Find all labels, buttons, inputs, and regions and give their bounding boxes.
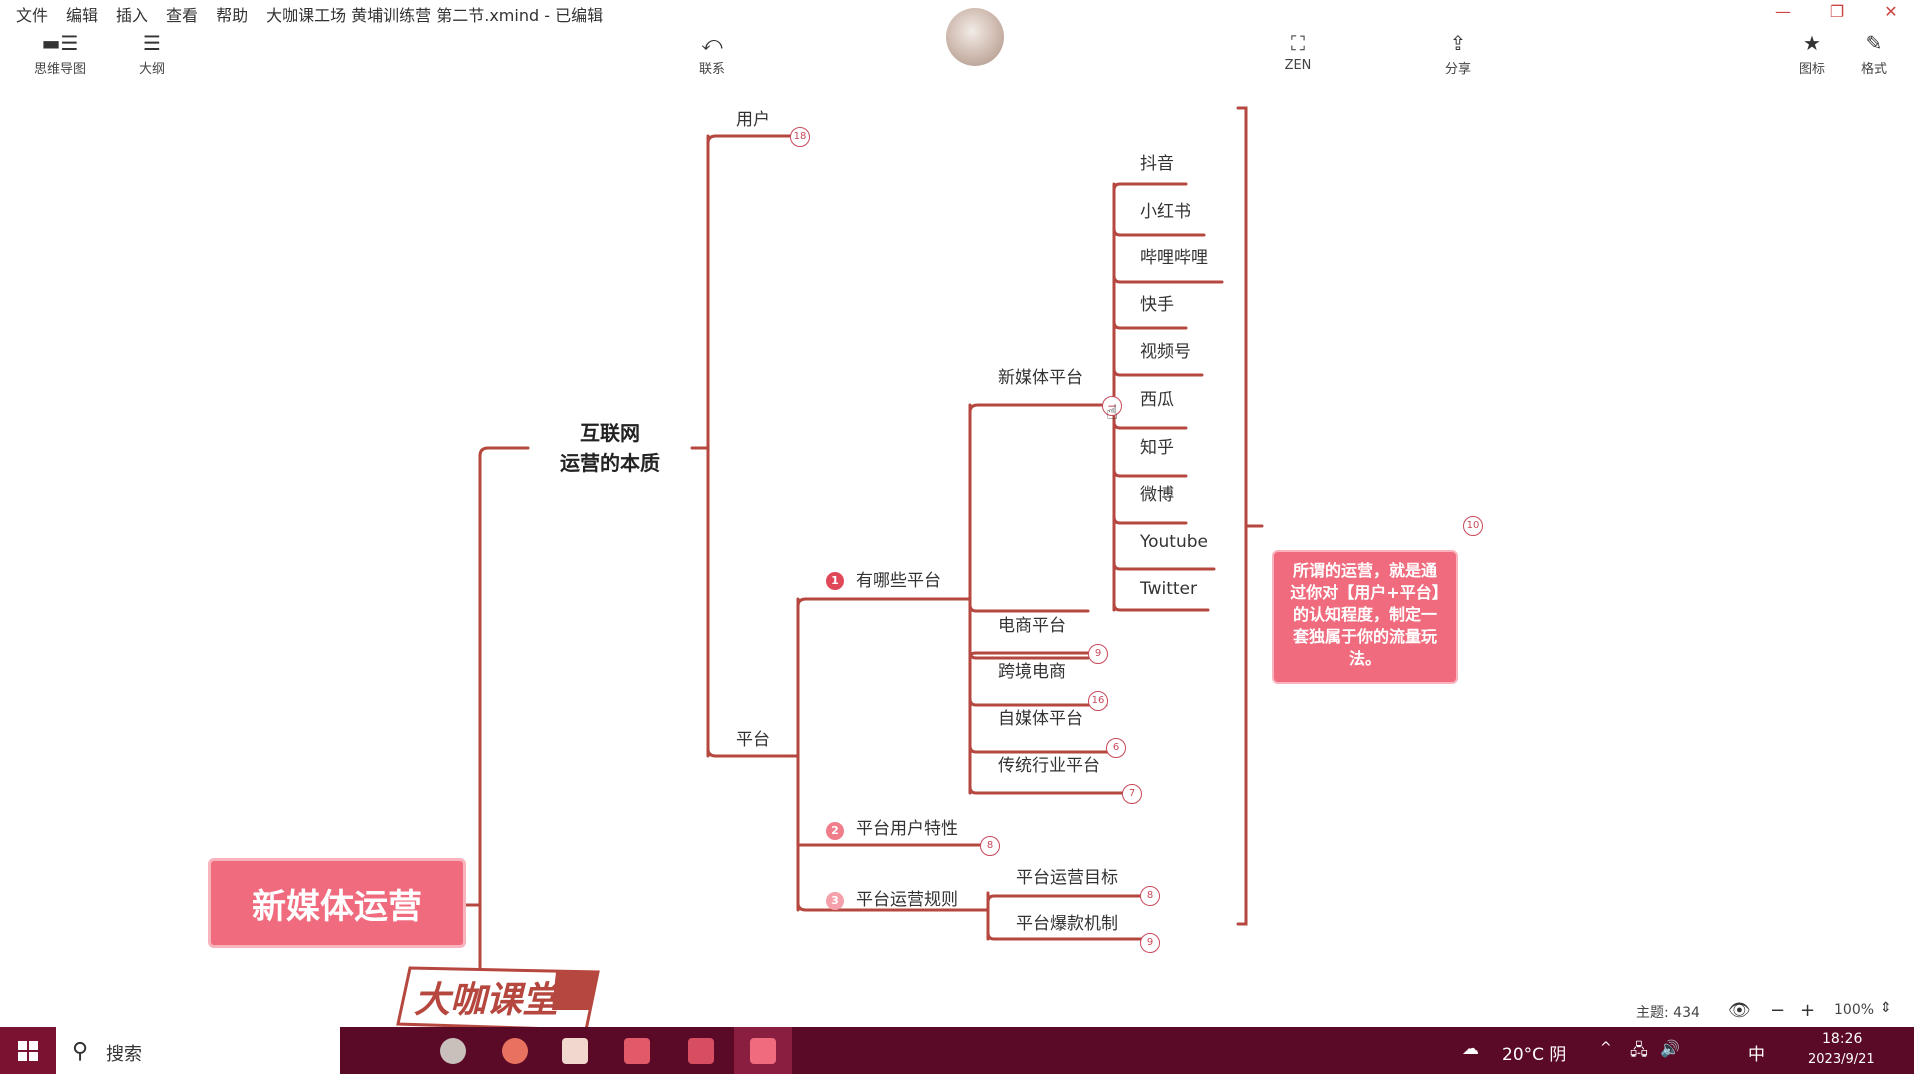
star-icon: ★ [1803, 31, 1821, 55]
zoom-stepper-icon[interactable]: ⇕ [1880, 1000, 1892, 1016]
network-icon[interactable]: 🖧 [1630, 1039, 1648, 1066]
relationship-button[interactable]: ⤺ 联系 [690, 32, 734, 77]
fullscreen-icon: ⛶ [1291, 31, 1305, 55]
weather-icon[interactable]: ☁ [1462, 1039, 1479, 1059]
app-notes-icon[interactable] [562, 1038, 588, 1064]
start-button[interactable] [0, 1027, 56, 1074]
app-chrome-icon[interactable] [502, 1038, 528, 1064]
topic-cross-border-ecommerce[interactable]: 跨境电商 [998, 662, 1066, 682]
topic-xiaohongshu[interactable]: 小红书 [1140, 202, 1191, 222]
collapse-count-badge[interactable]: 16 [1088, 691, 1108, 711]
topic-platform-goals[interactable]: 平台运营目标 [1016, 868, 1118, 888]
collapse-count-badge[interactable]: 7 [1122, 784, 1142, 804]
menu-edit[interactable]: 编辑 [66, 2, 98, 26]
menu-help[interactable]: 帮助 [216, 2, 248, 26]
ime-indicator[interactable]: 中 [1748, 1040, 1765, 1065]
windows-taskbar: ⚲ 搜索 ☁ 20°C 阴 ^ 🖧 🔊 中 18:26 2023/9/21 [0, 1027, 1914, 1074]
format-panel-button[interactable]: ✎ 格式 [1852, 32, 1896, 77]
active-app-xmind[interactable] [734, 1027, 792, 1074]
app-folder-icon[interactable] [688, 1038, 714, 1064]
menu-file[interactable]: 文件 [16, 2, 48, 26]
search-icon: ⚲ [72, 1039, 89, 1064]
status-bar: 主题: 434 👁 − + 100% ⇕ [0, 1000, 1914, 1026]
topic-traditional-platform[interactable]: 传统行业平台 [998, 756, 1100, 776]
topic-twitter[interactable]: Twitter [1140, 579, 1197, 599]
topic-xigua[interactable]: 西瓜 [1140, 390, 1174, 410]
collapse-count-badge[interactable]: 6 [1106, 738, 1126, 758]
menu-insert[interactable]: 插入 [116, 2, 148, 26]
close-button[interactable]: ✕ [1876, 2, 1906, 21]
hand-cursor-icon: ☝ [1106, 400, 1119, 424]
topic-zhihu[interactable]: 知乎 [1140, 438, 1174, 458]
central-topic[interactable]: 新媒体运营 [208, 858, 466, 948]
topic-count: 主题: 434 [1636, 1005, 1700, 1021]
minimize-button[interactable]: — [1768, 2, 1798, 21]
topic-kuaishou[interactable]: 快手 [1140, 295, 1174, 315]
weather-text[interactable]: 20°C 阴 [1502, 1040, 1566, 1065]
mindmap-view-button[interactable]: ▬☰ 思维导图 [28, 32, 92, 77]
clock-time[interactable]: 18:26 [1822, 1031, 1862, 1047]
topic-self-media-platform[interactable]: 自媒体平台 [998, 709, 1083, 729]
mindmap-canvas[interactable]: 新媒体运营 互联网 运营的本质 用户 18 平台 1 有哪些平台 新媒体平台 −… [0, 90, 1914, 1020]
restore-button[interactable]: ❐ [1822, 2, 1852, 21]
xmind-icon [750, 1038, 776, 1064]
topic-douyin[interactable]: 抖音 [1140, 154, 1174, 174]
taskbar-search[interactable]: ⚲ 搜索 [56, 1027, 340, 1074]
topic-users[interactable]: 用户 [736, 110, 770, 130]
topic-which-platforms[interactable]: 有哪些平台 [856, 571, 941, 591]
collapse-count-badge[interactable]: 18 [790, 127, 810, 147]
topic-platform-user-traits[interactable]: 平台用户特性 [856, 819, 958, 839]
topic-shipinhao[interactable]: 视频号 [1140, 342, 1191, 362]
volume-icon[interactable]: 🔊 [1660, 1039, 1680, 1058]
brush-icon: ✎ [1865, 31, 1883, 55]
priority-2-icon: 2 [826, 822, 844, 840]
collapse-count-badge[interactable]: 10 [1463, 516, 1483, 536]
zoom-level[interactable]: 100% [1834, 1002, 1874, 1018]
mindmap-icon: ▬☰ [41, 31, 79, 55]
avatar[interactable] [946, 8, 1004, 66]
clock-date[interactable]: 2023/9/21 [1808, 1052, 1875, 1067]
relationship-curve-icon: ⤺ [701, 31, 723, 55]
icon-panel-button[interactable]: ★ 图标 [1790, 32, 1834, 77]
zen-button[interactable]: ⛶ ZEN [1276, 32, 1320, 73]
zoom-in-button[interactable]: + [1800, 1000, 1815, 1021]
eye-icon[interactable]: 👁 [1728, 1000, 1751, 1021]
document-title: 大咖课工场 黄埔训练营 第二节.xmind - 已编辑 [266, 6, 604, 25]
priority-3-icon: 3 [826, 892, 844, 910]
xmind-window: 文件 编辑 插入 查看 帮助 大咖课工场 黄埔训练营 第二节.xmind - 已… [0, 0, 1914, 1074]
topic-platform[interactable]: 平台 [736, 730, 770, 750]
topic-new-media-platform[interactable]: 新媒体平台 [998, 368, 1083, 388]
main-topic[interactable]: 互联网 运营的本质 [540, 418, 680, 478]
topic-weibo[interactable]: 微博 [1140, 485, 1174, 505]
app-browser-icon[interactable] [440, 1038, 466, 1064]
topic-youtube[interactable]: Youtube [1140, 532, 1208, 552]
zoom-out-button[interactable]: − [1770, 1000, 1785, 1021]
app-files-icon[interactable] [624, 1038, 650, 1064]
share-button[interactable]: ⇪ 分享 [1436, 32, 1480, 77]
collapse-count-badge[interactable]: 9 [1088, 644, 1108, 664]
outline-view-button[interactable]: ☰ 大纲 [132, 32, 172, 77]
windows-logo-icon [18, 1041, 38, 1061]
tray-chevron-icon[interactable]: ^ [1600, 1040, 1612, 1056]
topic-platform-rules[interactable]: 平台运营规则 [856, 890, 958, 910]
topic-bilibili[interactable]: 哔哩哔哩 [1140, 248, 1208, 268]
list-icon: ☰ [143, 31, 161, 55]
priority-1-icon: 1 [826, 572, 844, 590]
collapse-count-badge[interactable]: 8 [1140, 886, 1160, 906]
collapse-count-badge[interactable]: 9 [1140, 933, 1160, 953]
upload-icon: ⇪ [1449, 31, 1467, 55]
collapse-count-badge[interactable]: 8 [980, 836, 1000, 856]
topic-viral-mechanism[interactable]: 平台爆款机制 [1016, 914, 1118, 934]
topic-ecommerce[interactable]: 电商平台 [998, 616, 1066, 636]
summary-topic[interactable]: 所谓的运营，就是通过你对【用户+平台】的认知程度，制定一套独属于你的流量玩法。 [1272, 550, 1458, 684]
menu-view[interactable]: 查看 [166, 2, 198, 26]
